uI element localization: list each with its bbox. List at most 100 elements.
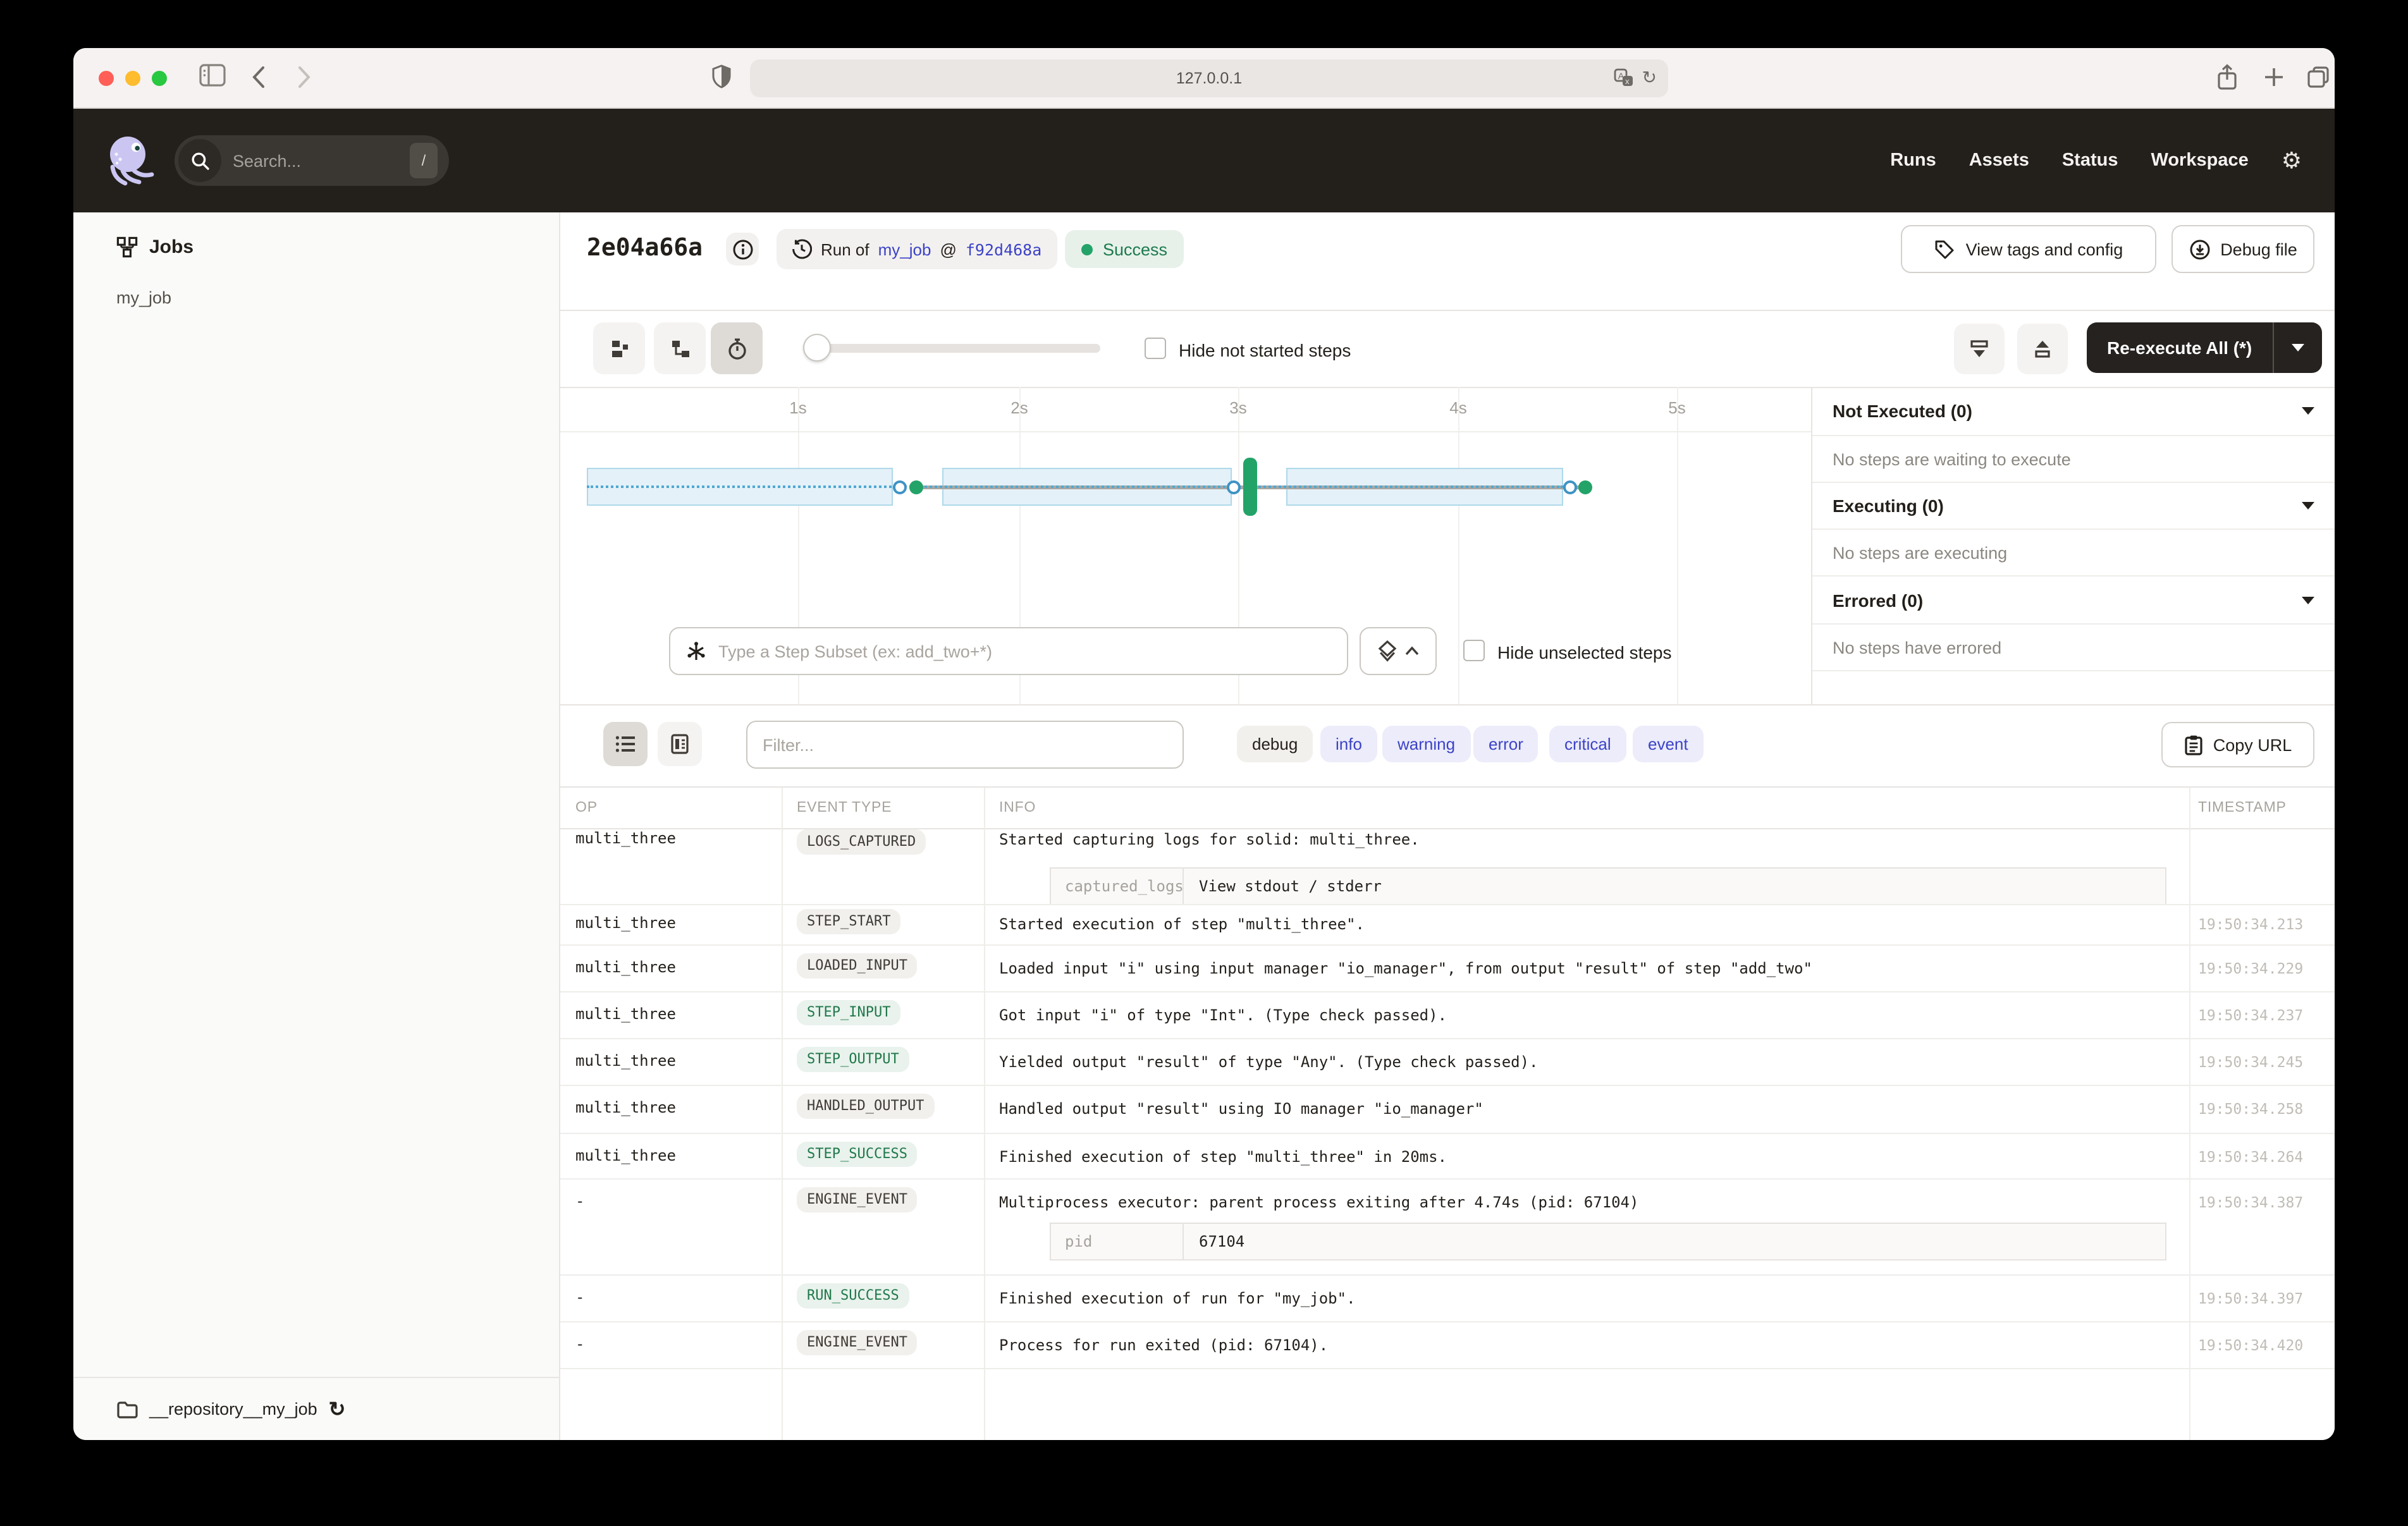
log-row[interactable]: - ENGINE_EVENT Process for run exited (p…	[560, 1322, 2335, 1369]
log-row[interactable]: - RUN_SUCCESS Finished execution of run …	[560, 1276, 2335, 1322]
step-subset-apply-button[interactable]	[1360, 627, 1437, 675]
hide-not-started-label: Hide not started steps	[1179, 340, 1351, 360]
log-row[interactable]: multi_three LOGS_CAPTURED Started captur…	[560, 829, 2335, 905]
sidebar-toggle-icon[interactable]	[199, 63, 226, 87]
copy-url-button[interactable]: Copy URL	[2161, 722, 2314, 767]
sidebar-item-my-job[interactable]: my_job	[73, 258, 559, 307]
log-row[interactable]: multi_three STEP_SUCCESS Finished execut…	[560, 1134, 2335, 1180]
step-subset-field[interactable]	[669, 627, 1348, 675]
event-type-badge: ENGINE_EVENT	[797, 1187, 918, 1212]
chevron-down-icon	[2302, 407, 2314, 415]
svg-text:x: x	[1626, 76, 1630, 86]
nav-item-runs[interactable]: Runs	[1890, 150, 1936, 171]
shield-icon[interactable]	[712, 64, 731, 89]
status-label: Success	[1103, 240, 1167, 259]
forward-icon[interactable]	[297, 66, 311, 89]
nav-item-workspace[interactable]: Workspace	[2151, 150, 2249, 171]
axis-tick-3s: 3s	[1213, 398, 1263, 417]
search-input[interactable]	[233, 151, 372, 170]
level-chip-info[interactable]: info	[1320, 726, 1377, 762]
repository-name: __repository__my_job	[149, 1400, 317, 1419]
panel-message: No steps are executing	[1812, 530, 2335, 577]
gantt-marker-dot	[909, 480, 923, 494]
search-icon	[178, 139, 221, 182]
log-row[interactable]: multi_three LOADED_INPUT Loaded input "i…	[560, 946, 2335, 992]
sidebar-jobs-header: Jobs	[73, 212, 559, 258]
back-icon[interactable]	[252, 66, 266, 89]
event-type-badge: STEP_START	[797, 909, 900, 934]
sidebar-footer: __repository__my_job ↻	[73, 1377, 559, 1440]
zoom-slider-track[interactable]	[809, 344, 1100, 353]
tabs-overview-icon[interactable]	[2307, 66, 2330, 89]
new-tab-icon[interactable]	[2264, 67, 2284, 87]
search-shortcut-key: /	[410, 143, 438, 178]
hide-unselected-checkbox[interactable]	[1463, 640, 1485, 661]
nav-item-assets[interactable]: Assets	[1969, 150, 2029, 171]
job-link[interactable]: my_job	[878, 240, 931, 259]
event-type-badge: LOGS_CAPTURED	[797, 829, 926, 855]
chevron-up-icon	[1405, 646, 1419, 656]
waterfall-view-button[interactable]	[654, 322, 706, 374]
run-of-label: Run of	[821, 240, 869, 259]
view-stdout-link[interactable]: View stdout / stderr	[1184, 877, 1382, 895]
global-search[interactable]: /	[175, 135, 449, 186]
gantt-current-marker	[1243, 458, 1257, 516]
level-chip-warning[interactable]: warning	[1382, 726, 1470, 762]
translate-icon[interactable]: Ax	[1614, 68, 1635, 87]
step-subset-input[interactable]	[718, 642, 1332, 661]
log-row[interactable]: multi_three STEP_OUTPUT Yielded output "…	[560, 1039, 2335, 1086]
url-field[interactable]: 127.0.0.1 Ax ↻	[750, 59, 1668, 97]
log-row[interactable]: - ENGINE_EVENT Multiprocess executor: pa…	[560, 1180, 2335, 1276]
run-page: 2e04a66a Run of my_job @ f92d468a Succes…	[560, 212, 2335, 1440]
level-chip-critical[interactable]: critical	[1549, 726, 1626, 762]
level-chip-error[interactable]: error	[1473, 726, 1539, 762]
log-row[interactable]: multi_three HANDLED_OUTPUT Handled outpu…	[560, 1086, 2335, 1134]
reload-repository-icon[interactable]: ↻	[329, 1396, 346, 1422]
download-icon	[2189, 238, 2210, 260]
level-chip-debug[interactable]: debug	[1237, 726, 1313, 762]
reexecute-button[interactable]: Re-execute All (*)	[2087, 322, 2321, 373]
filter-steps-button[interactable]	[1954, 324, 2005, 374]
zoom-slider-handle[interactable]	[803, 334, 831, 362]
event-type-badge: ENGINE_EVENT	[797, 1330, 918, 1355]
sidebar-title: Jobs	[149, 236, 194, 258]
success-dot-icon	[1081, 243, 1093, 255]
event-type-badge: STEP_INPUT	[797, 1000, 900, 1025]
traffic-light-minimize[interactable]	[125, 71, 140, 86]
folder-icon	[116, 1400, 138, 1418]
gantt-marker-circle	[1563, 480, 1577, 494]
panel-section-executing[interactable]: Executing (0)	[1812, 483, 2335, 530]
column-header-info: INFO	[984, 800, 2189, 815]
sidebar: Jobs my_job __repository__my_job ↻	[73, 212, 560, 1440]
log-filter-input[interactable]	[746, 721, 1184, 769]
debug-file-button[interactable]: Debug file	[2172, 225, 2314, 273]
timed-view-button[interactable]	[711, 322, 763, 374]
eject-button[interactable]	[2017, 324, 2068, 374]
run-id: 2e04a66a	[587, 234, 703, 262]
flat-view-button[interactable]	[593, 322, 645, 374]
jobs-icon	[116, 236, 138, 258]
axis-tick-1s: 1s	[773, 398, 823, 417]
dagster-logo-icon[interactable]	[102, 133, 158, 188]
panel-section-not-executed[interactable]: Not Executed (0)	[1812, 387, 2335, 436]
hide-not-started-checkbox[interactable]	[1145, 338, 1166, 359]
traffic-light-close[interactable]	[99, 71, 114, 86]
share-icon[interactable]	[2216, 63, 2239, 91]
reexecute-dropdown[interactable]	[2273, 322, 2321, 373]
traffic-light-zoom[interactable]	[152, 71, 167, 86]
level-chip-event[interactable]: event	[1633, 726, 1704, 762]
view-tags-button[interactable]: View tags and config	[1901, 225, 2156, 273]
log-list-view-button[interactable]	[603, 722, 648, 766]
chevron-down-icon	[2302, 596, 2314, 604]
nav-item-status[interactable]: Status	[2062, 150, 2118, 171]
log-raw-view-button[interactable]	[658, 722, 702, 766]
gear-icon[interactable]: ⚙	[2282, 149, 2302, 172]
log-table-header: OP EVENT TYPE INFO TIMESTAMP	[560, 788, 2335, 829]
event-type-badge: STEP_SUCCESS	[797, 1142, 918, 1167]
info-icon[interactable]	[726, 233, 759, 266]
panel-section-errored[interactable]: Errored (0)	[1812, 577, 2335, 625]
log-row[interactable]: multi_three STEP_START Started execution…	[560, 905, 2335, 946]
log-row[interactable]: multi_three STEP_INPUT Got input "i" of …	[560, 992, 2335, 1039]
commit-link[interactable]: f92d468a	[966, 240, 1041, 259]
reload-icon[interactable]: ↻	[1642, 67, 1657, 89]
